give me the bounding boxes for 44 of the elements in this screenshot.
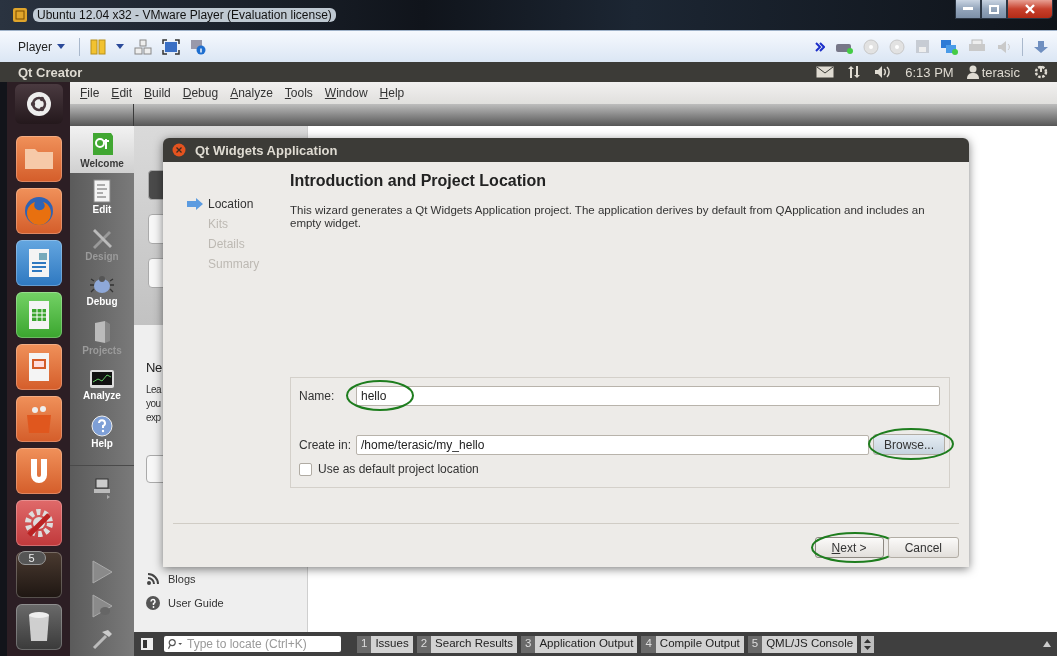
menu-item[interactable]: Analyze [224,86,279,100]
output-pane-button[interactable]: 1 Issues [357,635,413,653]
workspace-count: 5 [17,551,46,565]
clock[interactable]: 6:13 PM [905,64,954,80]
page-heading: Introduction and Project Location [290,172,547,190]
mode-tab[interactable]: Debug [70,267,134,314]
output-pane-button[interactable]: 3 Application Output [521,635,638,653]
output-pane-button[interactable]: 5 QML/JS Console [747,635,858,653]
welcome-link[interactable]: Blogs [168,573,196,585]
menu-item[interactable]: Debug [176,86,225,100]
menu-item[interactable]: Help [373,86,411,100]
dialog-title: Qt Widgets Application [195,142,338,158]
welcome-link[interactable]: User Guide [168,597,224,609]
menu-item[interactable]: Tools [278,86,319,100]
app-title: Qt Creator [18,64,83,80]
field-label: Name: [299,389,336,403]
section-text: you [146,397,162,411]
user-name[interactable]: terasic [981,64,1020,80]
section-text: Lea [146,383,162,397]
menu-item[interactable]: Window [318,86,374,100]
workspace-launcher-icon[interactable]: 5 [15,552,62,598]
menu-item[interactable]: File [74,86,106,100]
browse-button[interactable]: Browse... [873,434,945,455]
wizard-step: Location [208,196,254,211]
field-label: Create in: [299,437,353,452]
window-title: Ubuntu 12.04 x32 - VMware Player (Evaluation license) [33,8,336,22]
section-text: exp [146,411,162,425]
section-heading: Ne [146,360,162,375]
player-menu[interactable]: Player [14,37,69,56]
mode-tab[interactable]: Analyze [70,361,134,408]
mode-tab[interactable]: Help [70,408,134,455]
location-field[interactable]: /home/terasic/my_hello [356,434,869,455]
output-pane-button[interactable]: 2 Search Results [416,635,518,653]
name-field[interactable]: hello [356,386,940,406]
output-pane-button[interactable]: 4 Compile Output [641,635,744,653]
dialog-button[interactable]: Cancel [887,537,959,558]
checkbox-label: Use as default project location [318,462,479,476]
locator-field[interactable]: Type to locate (Ctrl+K) [164,636,341,652]
menu-item[interactable]: Build [138,86,177,100]
mode-tab[interactable]: Edit [70,173,134,220]
dialog-button[interactable]: Next > [814,537,884,558]
menu-item[interactable]: Edit [105,86,139,100]
mode-tab[interactable]: Welcome [70,126,134,173]
page-description: This wizard generates a Qt Widgets Application project. The application derives by default from QApplication and includes an empty widget. [290,204,926,230]
